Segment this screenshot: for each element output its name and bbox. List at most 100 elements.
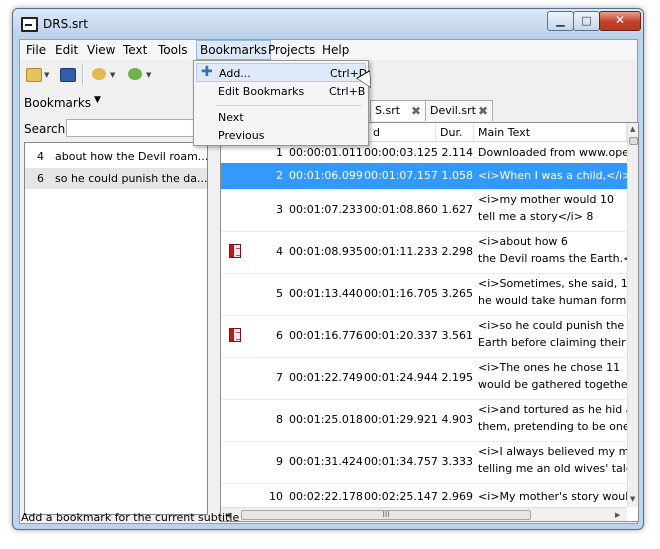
cell-end-time: 00:01:11.233 (364, 245, 438, 258)
menu-text[interactable]: Text (123, 43, 147, 57)
menu-item-label: Edit Bookmarks (218, 85, 305, 98)
table-row[interactable]: 6 00:01:16.776 00:01:20.337 3.561 <i>so he c… (221, 315, 635, 358)
column-header-main-text[interactable]: Main Text (474, 123, 627, 142)
cell-end-time: 00:02:25.147 (364, 490, 438, 503)
cell-main-text-line: <i>and tortured as he hid ar (478, 403, 638, 416)
subtitle-table: d Dur. Main Text 1 00:00:01.011 00:00:03.1… (220, 122, 639, 522)
horizontal-scroll-thumb[interactable]: III (241, 510, 531, 520)
menu-projects[interactable]: Projects (268, 43, 315, 57)
cell-number: 7 (276, 371, 283, 384)
cell-main-text-line: would be gathered together (478, 378, 633, 391)
chevron-down-icon[interactable]: ▼ (94, 95, 101, 105)
search-label: Search: (24, 122, 70, 136)
cell-number: 5 (276, 287, 283, 300)
table-row[interactable]: 8 00:01:25.018 00:01:29.921 4.903 <i>and tor… (221, 399, 637, 442)
title-bar[interactable]: DRS.srt ▁ □ ✕ (13, 9, 643, 39)
menu-bookmarks[interactable]: Bookmarks (196, 40, 272, 60)
cell-end-time: 00:01:34.757 (364, 455, 438, 468)
bookmark-list-item[interactable]: 4 about how the Devil roam... (25, 146, 207, 167)
menu-item-previous[interactable]: Previous (196, 126, 366, 145)
cell-duration: 3.561 (441, 329, 474, 342)
cell-end-time: 00:00:03.125 (364, 146, 438, 159)
bookmark-icon[interactable] (229, 328, 241, 342)
bookmarks-panel-header[interactable]: Bookmarks (24, 96, 91, 110)
cell-start-time: 00:01:13.440 (289, 287, 363, 300)
menu-bar: File Edit View Text Tools Bookmarks Proj… (20, 40, 637, 60)
vertical-scroll-thumb[interactable] (629, 137, 638, 145)
bookmark-number: 4 (37, 150, 44, 163)
cell-start-time: 00:01:06.099 (289, 169, 363, 182)
horizontal-scrollbar[interactable]: ◀ III ▶ (221, 507, 627, 521)
cell-number: 1 (276, 146, 283, 159)
close-tab-icon[interactable]: ✖ (478, 101, 488, 121)
maximize-button[interactable]: □ (573, 11, 600, 31)
scroll-right-icon[interactable]: ▶ (615, 511, 620, 519)
close-tab-icon[interactable]: ✖ (411, 101, 421, 121)
menu-item-edit-bookmarks[interactable]: Edit Bookmarks Ctrl+B (196, 82, 366, 101)
close-button[interactable]: ✕ (599, 11, 641, 31)
open-dropdown-arrow-icon[interactable]: ▼ (44, 71, 49, 79)
tab-label: Devil.srt (430, 104, 476, 117)
cell-number: 9 (276, 455, 283, 468)
cell-end-time: 00:01:24.944 (364, 371, 438, 384)
menu-item-label: Next (218, 111, 244, 124)
vertical-scrollbar[interactable]: ▲ ▼ (627, 123, 638, 507)
menu-file[interactable]: File (26, 43, 46, 57)
tab-srt[interactable]: S.srt ✖ (370, 100, 426, 121)
cell-number: 3 (276, 203, 283, 216)
subtitle-grid-area: S.srt ✖ Devil.srt ✖ d Dur. Main Text 1 00… (220, 97, 639, 522)
menu-view[interactable]: View (87, 43, 115, 57)
bookmark-list-item[interactable]: 6 so he could punish the da... (25, 168, 207, 189)
redo-icon[interactable] (128, 68, 142, 80)
cell-main-text-line: the Devil roams the Earth.</i (478, 252, 639, 265)
bookmark-text: about how the Devil roam... (55, 150, 207, 163)
cell-start-time: 00:01:16.776 (289, 329, 363, 342)
cell-main-text-line: Earth before claiming their s (478, 336, 635, 349)
menu-item-next[interactable]: Next (196, 108, 366, 127)
table-row[interactable]: 4 00:01:08.935 00:01:11.233 2.298 <i>about h… (221, 231, 638, 274)
cell-end-time: 00:01:07.157 (364, 169, 438, 182)
cell-duration: 2.298 (441, 245, 474, 258)
menu-tools[interactable]: Tools (158, 43, 188, 57)
cell-main-text-line: <i>When I was a child,</i> 9 (478, 169, 639, 182)
undo-icon[interactable] (92, 68, 106, 80)
cell-main-text-line: <i>Sometimes, she said, 12 (478, 277, 635, 290)
redo-dropdown-arrow-icon[interactable]: ▼ (146, 71, 151, 79)
table-row[interactable]: 9 00:01:31.424 00:01:34.757 3.333 <i>I alway… (221, 441, 638, 484)
cell-number: 4 (276, 245, 283, 258)
bookmarks-panel: Bookmarks ▼ Search: 4 about how the Devi… (20, 92, 210, 520)
tab-devil-srt[interactable]: Devil.srt ✖ (425, 100, 493, 121)
cell-duration: 3.265 (441, 287, 474, 300)
scroll-up-icon[interactable]: ▲ (630, 125, 635, 133)
scroll-down-icon[interactable]: ▼ (630, 495, 635, 503)
menu-item-label: Previous (218, 129, 265, 142)
cell-duration: 2.969 (441, 490, 474, 503)
cell-end-time: 00:01:20.337 (364, 329, 438, 342)
minimize-button[interactable]: ▁ (547, 11, 574, 31)
bookmark-number: 6 (37, 172, 44, 185)
cell-main-text-line: <i>so he could punish the d (478, 319, 635, 332)
cell-duration: 2.114 (441, 146, 474, 159)
menu-edit[interactable]: Edit (55, 43, 78, 57)
open-folder-icon[interactable] (26, 68, 42, 82)
column-header-duration[interactable]: Dur. (436, 123, 474, 142)
table-row[interactable]: 5 00:01:13.440 00:01:16.705 3.265 <i>Sometim… (221, 273, 638, 316)
cell-start-time: 00:01:08.935 (289, 245, 363, 258)
search-input[interactable] (66, 119, 206, 137)
menu-help[interactable]: Help (322, 43, 349, 57)
undo-dropdown-arrow-icon[interactable]: ▼ (110, 71, 115, 79)
cell-duration: 3.333 (441, 455, 474, 468)
table-row[interactable]: 3 00:01:07.233 00:01:08.860 1.627 <i>my moth… (221, 189, 627, 232)
cell-number: 2 (276, 169, 283, 182)
cell-start-time: 00:00:01.011 (289, 146, 363, 159)
cell-main-text-line: <i>my mother would 10 (478, 193, 614, 206)
bookmark-icon[interactable] (229, 244, 241, 258)
save-icon[interactable] (60, 68, 76, 82)
bookmark-text: so he could punish the da... (55, 172, 207, 185)
menu-item-add[interactable]: ✚ Add... Ctrl+D (196, 63, 367, 82)
cell-start-time: 00:01:22.749 (289, 371, 363, 384)
cell-start-time: 00:01:07.233 (289, 203, 363, 216)
window-title: DRS.srt (43, 17, 88, 31)
table-row[interactable]: 2 00:01:06.099 00:01:07.157 1.058 <i>When I … (221, 163, 638, 190)
table-row[interactable]: 7 00:01:22.749 00:01:24.944 2.195 <i>The one… (221, 357, 632, 400)
